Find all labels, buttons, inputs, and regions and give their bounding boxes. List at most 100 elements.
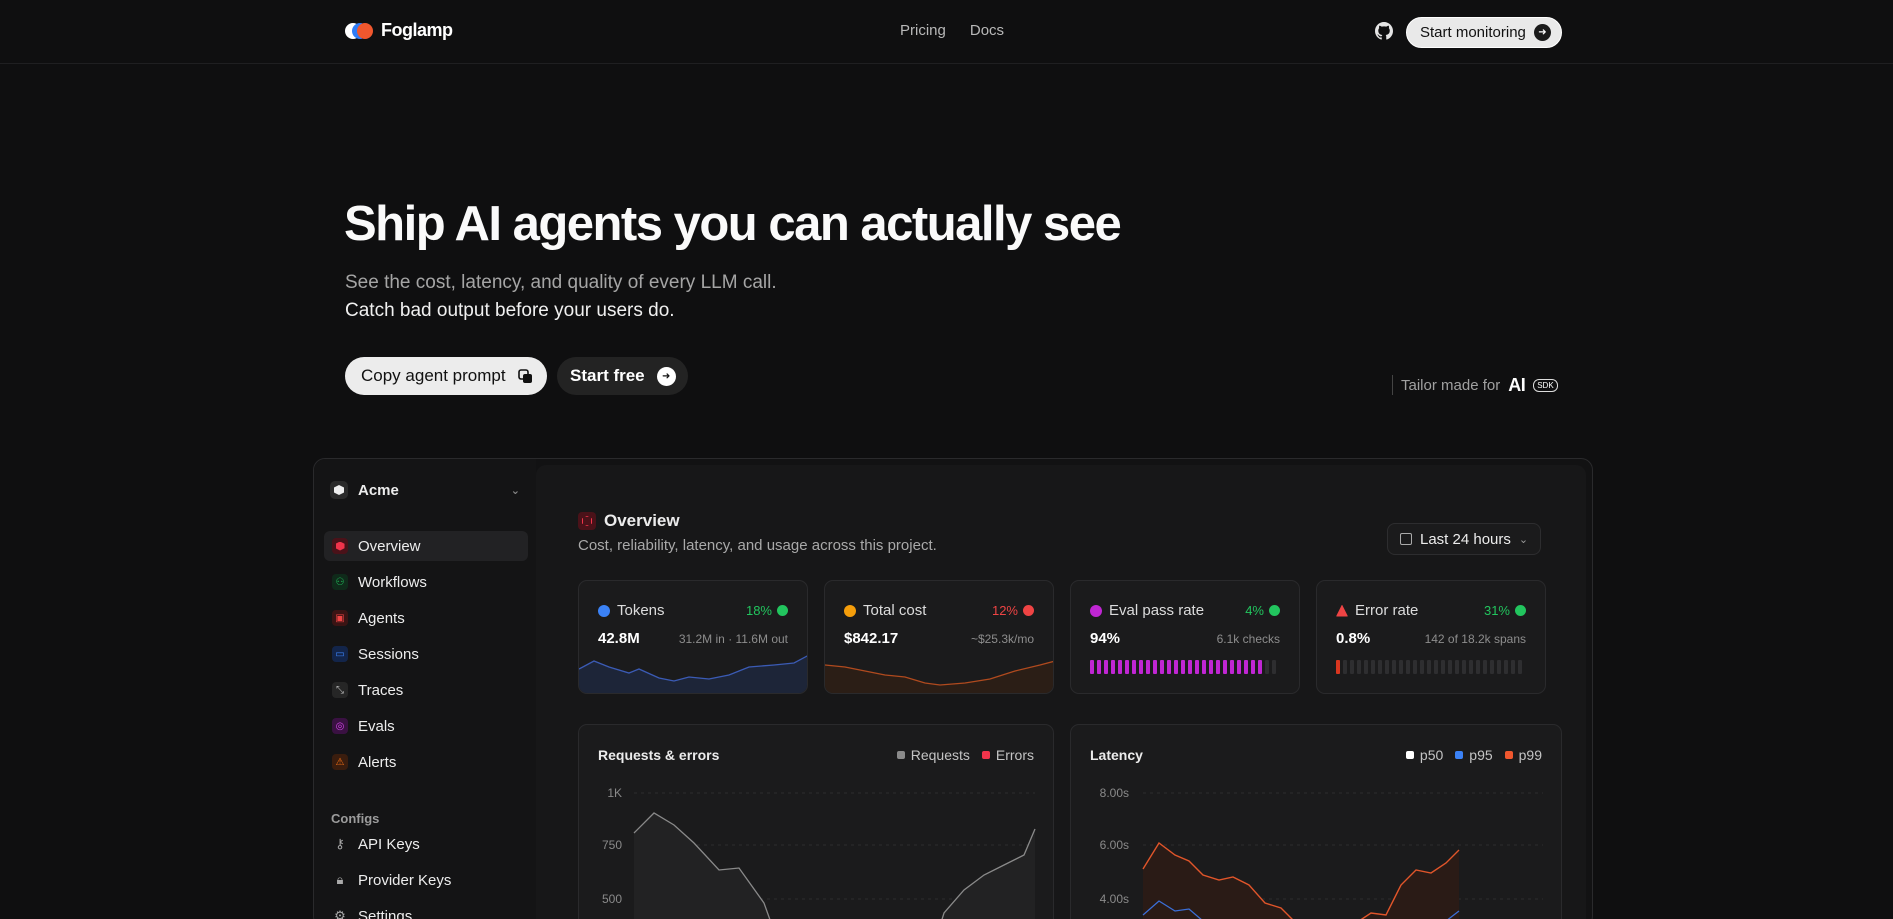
hero-subtitle-2: Catch bad output before your users do. [345,300,675,321]
stat-card-tokens[interactable]: Tokens 18% 42.8M 31.2M in · 11.6M out [578,580,808,694]
legend-item-p50[interactable]: p50 [1405,747,1443,763]
level-bar [1448,660,1452,674]
legend-item-p99[interactable]: p99 [1504,747,1542,763]
key-icon: ⚷ [335,836,345,851]
arrow-right-icon: ➜ [656,366,676,386]
sidebar-item-workflows[interactable]: ⚇ Workflows [324,567,528,597]
legend-label: p99 [1518,747,1542,763]
sidebar-item-api-keys[interactable]: ⚷ API Keys [324,829,528,859]
level-bar [1378,660,1382,674]
level-bar [1272,660,1276,674]
nav-link-pricing[interactable]: Pricing [900,22,946,39]
sidebar-item-alerts[interactable]: ⚠ Alerts [324,747,528,777]
level-bar [1441,660,1445,674]
sidebar-item-label: Settings [358,907,413,919]
start-free-label: Start free [570,366,645,385]
level-bar [1125,660,1129,674]
session-icon: ▭ [332,646,348,662]
level-bar [1399,660,1403,674]
level-bar [1406,660,1410,674]
nav-link-docs[interactable]: Docs [970,22,1004,39]
stat-label: Error rate [1355,602,1419,619]
stat-card-eval-pass-rate[interactable]: Eval pass rate 4% 94% 6.1k checks [1070,580,1300,694]
chart-legend: Requests Errors [896,747,1034,763]
start-monitoring-button[interactable]: Start monitoring ➜ [1406,17,1562,48]
sidebar: Acme ⌄ Overview ⚇ Workflows ▣ Agents ▭ S… [314,459,536,919]
y-tick-label: 750 [602,838,622,852]
y-tick-label: 4.00s [1100,892,1129,906]
stat-change-value: 31% [1483,603,1510,618]
start-free-button[interactable]: Start free ➜ [557,357,688,395]
stat-change: 31% [1484,603,1526,618]
level-bar [1216,660,1220,674]
stat-card-total-cost[interactable]: Total cost 12% $842.17 ~$25.3k/mo [824,580,1054,694]
y-tick-label: 1K [607,786,622,800]
level-bar [1462,660,1466,674]
copy-icon [517,368,532,383]
settings-icon: ⚙ [334,908,346,919]
level-bar [1455,660,1459,674]
hero-title: Ship AI agents you can actually see [344,197,1122,251]
level-bar [1357,660,1361,674]
legend-item-p95[interactable]: p95 [1455,747,1493,763]
start-monitoring-label: Start monitoring [1420,24,1526,41]
requests-errors-panel: 1K 750 500 Requests & errors Requests Er… [578,724,1054,919]
level-bar [1392,660,1396,674]
level-bar [1434,660,1438,674]
level-bar [1336,660,1340,674]
copy-agent-prompt-label: Copy agent prompt [361,366,506,385]
sidebar-item-label: Workflows [358,573,427,591]
org-switcher[interactable]: Acme ⌄ [330,481,520,499]
sidebar-item-sessions[interactable]: ▭ Sessions [324,639,528,669]
level-bar [1490,660,1494,674]
level-bar [1111,660,1115,674]
level-bar [1343,660,1347,674]
sidebar-item-label: API Keys [358,835,420,853]
overview-icon [332,538,348,554]
org-name: Acme [358,481,399,499]
copy-agent-prompt-button[interactable]: Copy agent prompt [345,357,547,395]
level-bar [1385,660,1389,674]
alert-icon: ⚠ [332,754,348,770]
legend-label: Errors [995,747,1034,763]
logo-mark-icon [345,22,373,39]
stat-change-value: 18% [745,603,772,618]
time-range-select[interactable]: Last 24 hours ⌄ [1387,523,1542,555]
sdk-badge: SDK [1533,378,1558,392]
level-bar [1195,660,1199,674]
sidebar-item-label: Traces [358,681,404,699]
y-tick-label: 8.00s [1100,786,1129,800]
sidebar-item-overview[interactable]: Overview [324,531,528,561]
tailor-label: Tailor made for [1401,376,1501,394]
sidebar-item-settings[interactable]: ⚙ Settings [324,901,528,919]
page-subtitle: Cost, reliability, latency, and usage ac… [578,537,937,554]
level-bar [1167,660,1171,674]
chevron-down-icon: ⌄ [1518,533,1529,546]
level-bar [1413,660,1417,674]
sidebar-item-label: Overview [358,537,421,555]
sidebar-item-evals[interactable]: ◎ Evals [324,711,528,741]
tokens-icon [598,604,610,617]
stat-label: Eval pass rate [1109,602,1205,619]
legend-item-requests[interactable]: Requests [896,747,970,763]
level-bar [1483,660,1487,674]
trend-up-icon [1269,605,1280,616]
stat-value: 94% [1090,630,1121,647]
stat-label: Total cost [863,602,927,619]
overview-icon [578,512,596,530]
legend-item-errors[interactable]: Errors [981,747,1034,763]
stat-card-error-rate[interactable]: Error rate 31% 0.8% 142 of 18.2k spans [1316,580,1546,694]
level-bar [1202,660,1206,674]
sidebar-item-traces[interactable]: ⤡ Traces [324,675,528,705]
level-bar [1350,660,1354,674]
error-rate-bars [1336,660,1522,674]
hero-subtitle-1: See the cost, latency, and quality of ev… [345,272,777,293]
sidebar-item-agents[interactable]: ▣ Agents [324,603,528,633]
level-bar [1258,660,1262,674]
github-icon[interactable] [1375,22,1393,40]
overview-header: Overview [578,511,680,531]
level-bar [1497,660,1501,674]
sidebar-nav: Overview ⚇ Workflows ▣ Agents ▭ Sessions… [324,531,528,783]
brand-logo[interactable]: Foglamp [345,20,453,41]
sidebar-item-provider-keys[interactable]: 🔒︎ Provider Keys [324,865,528,895]
